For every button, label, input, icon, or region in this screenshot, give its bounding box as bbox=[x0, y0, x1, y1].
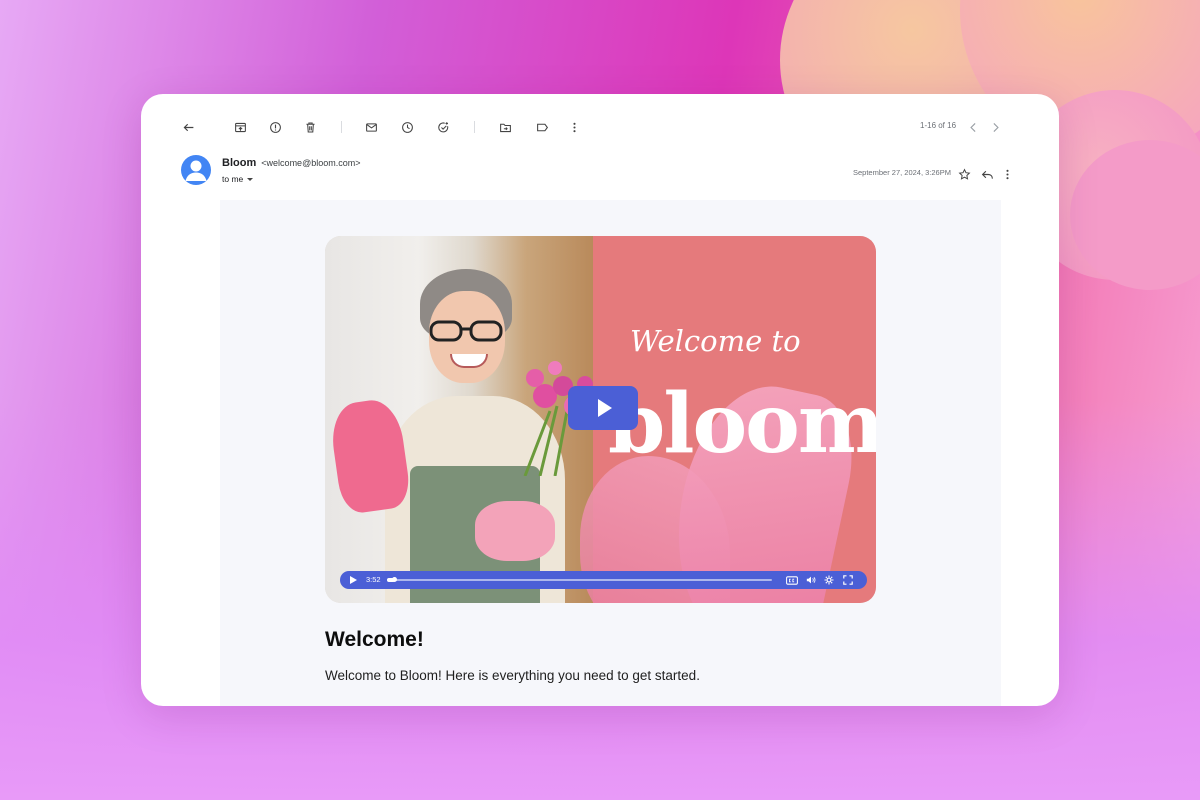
caret-down-icon bbox=[247, 178, 253, 181]
recipient-label: to me bbox=[222, 174, 243, 184]
reply-icon[interactable] bbox=[976, 163, 998, 185]
email-date: September 27, 2024, 3:26PM bbox=[853, 168, 951, 177]
toolbar-divider bbox=[474, 121, 475, 133]
add-task-icon[interactable] bbox=[432, 116, 454, 138]
mark-unread-icon[interactable] bbox=[360, 116, 382, 138]
sender-info: Bloom <welcome@bloom.com> bbox=[222, 157, 360, 169]
video-progress-handle[interactable] bbox=[392, 577, 397, 582]
closed-captions-icon[interactable] bbox=[784, 571, 800, 589]
video-player[interactable]: Welcome to bloom 3:52 bbox=[325, 236, 876, 603]
glasses bbox=[429, 320, 503, 342]
email-window: 1-16 of 16 Bloom <welcome@bloom.com> to … bbox=[141, 94, 1059, 706]
report-spam-icon[interactable] bbox=[264, 116, 286, 138]
email-header: Bloom <welcome@bloom.com> to me Septembe… bbox=[141, 152, 1059, 192]
toolbar-divider bbox=[341, 121, 342, 133]
video-progress-bar[interactable] bbox=[387, 579, 772, 581]
more-vert-icon[interactable] bbox=[563, 116, 585, 138]
video-overlay-script: Welcome to bbox=[630, 324, 801, 358]
pagination-count: 1-16 of 16 bbox=[920, 121, 956, 130]
chevron-left-icon[interactable] bbox=[962, 116, 984, 138]
label-icon[interactable] bbox=[531, 116, 553, 138]
play-icon bbox=[598, 399, 612, 417]
chevron-right-icon[interactable] bbox=[984, 116, 1006, 138]
play-icon[interactable] bbox=[346, 571, 360, 589]
volume-icon[interactable] bbox=[804, 571, 818, 589]
email-heading: Welcome! bbox=[325, 628, 424, 652]
avatar[interactable] bbox=[181, 155, 211, 185]
delete-icon[interactable] bbox=[299, 116, 321, 138]
fullscreen-icon[interactable] bbox=[841, 571, 855, 589]
play-button[interactable] bbox=[568, 386, 638, 430]
archive-icon[interactable] bbox=[229, 116, 251, 138]
settings-gear-icon[interactable] bbox=[822, 571, 836, 589]
sender-address: <welcome@bloom.com> bbox=[261, 158, 360, 168]
sender-name: Bloom bbox=[222, 157, 256, 169]
more-vert-icon[interactable] bbox=[996, 163, 1018, 185]
email-paragraph: Welcome to Bloom! Here is everything you… bbox=[325, 668, 700, 683]
email-toolbar: 1-16 of 16 bbox=[141, 116, 1059, 138]
snooze-icon[interactable] bbox=[396, 116, 418, 138]
pink-glove bbox=[475, 501, 555, 561]
video-controls: 3:52 bbox=[340, 571, 867, 589]
back-arrow-icon[interactable] bbox=[177, 116, 199, 138]
recipient-dropdown[interactable]: to me bbox=[222, 174, 253, 184]
video-time: 3:52 bbox=[366, 575, 381, 584]
star-icon[interactable] bbox=[953, 163, 975, 185]
video-overlay-brand: bloom bbox=[608, 376, 876, 472]
email-body: Welcome to bloom 3:52 bbox=[220, 200, 1001, 706]
move-to-icon[interactable] bbox=[494, 116, 516, 138]
